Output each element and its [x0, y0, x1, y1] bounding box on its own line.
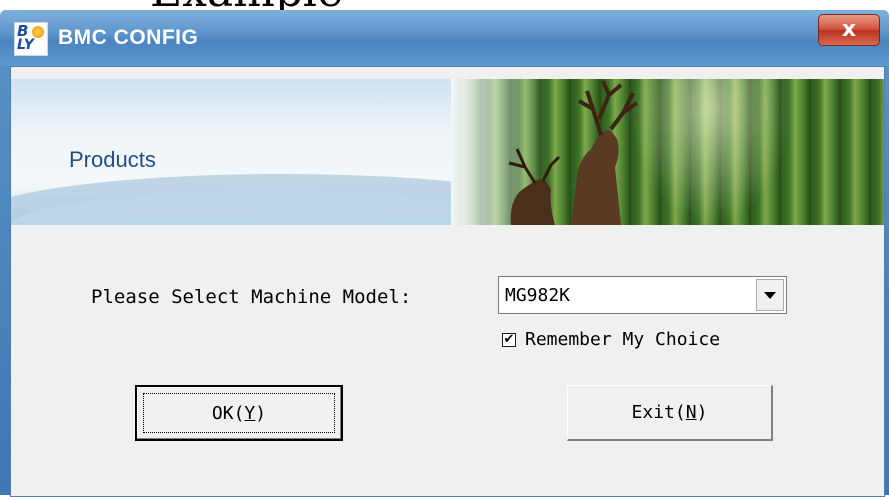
chevron-down-icon [764, 291, 776, 299]
dropdown-button[interactable] [756, 279, 784, 311]
window-title: BMC CONFIG [58, 26, 199, 49]
remember-checkbox[interactable]: ✔ [502, 332, 516, 347]
focus-rectangle [143, 393, 335, 433]
banner-title: Products [69, 147, 156, 172]
remember-choice[interactable]: ✔ Remember My Choice [502, 329, 720, 350]
close-icon: x [841, 17, 857, 42]
app-icon: B LY [14, 22, 48, 56]
ok-button[interactable]: OK(Y) [135, 385, 343, 441]
products-banner: Products [11, 79, 884, 225]
title-bar[interactable]: B LY BMC CONFIG x [0, 10, 889, 66]
exit-button[interactable]: Exit(N) [567, 385, 773, 441]
dialog-window: B LY BMC CONFIG x Products Please Select… [0, 10, 889, 497]
exit-label: Exit(N) [631, 402, 708, 423]
machine-model-select[interactable]: MG982K [498, 276, 787, 314]
machine-model-label: Please Select Machine Model: [91, 286, 412, 308]
close-button[interactable]: x [818, 14, 880, 46]
checkmark-icon: ✔ [503, 332, 515, 347]
machine-model-value: MG982K [505, 285, 571, 306]
dialog-client-area: Products Please Select Machine Model: MG… [10, 66, 885, 497]
remember-label[interactable]: Remember My Choice [525, 329, 720, 350]
